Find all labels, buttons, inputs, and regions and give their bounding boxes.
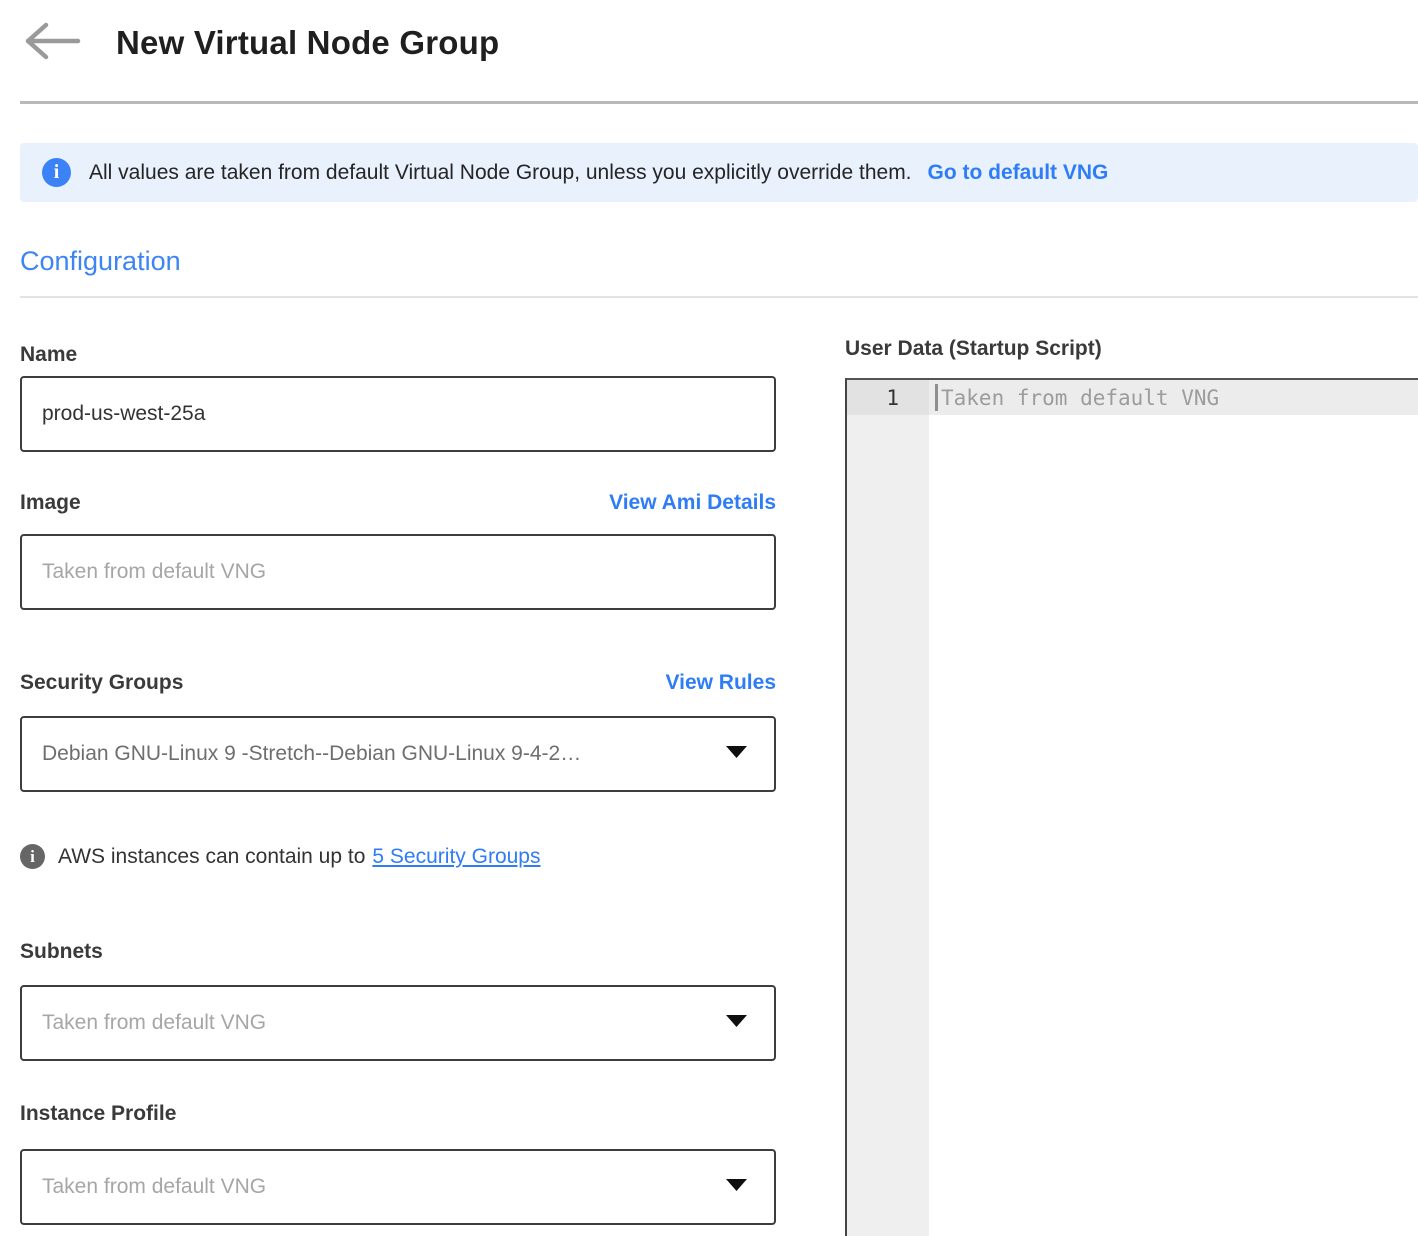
image-label: Image — [20, 490, 81, 516]
page-title: New Virtual Node Group — [116, 24, 499, 62]
user-data-editor[interactable]: 1 Taken from default VNG — [845, 378, 1418, 1236]
page-header: New Virtual Node Group — [20, 20, 499, 66]
editor-gutter — [847, 380, 929, 1236]
view-rules-link[interactable]: View Rules — [666, 670, 777, 696]
instance-profile-placeholder: Taken from default VNG — [42, 1175, 266, 1199]
caret-down-icon — [725, 745, 748, 764]
banner-message: All values are taken from default Virtua… — [89, 161, 912, 185]
editor-placeholder-text: Taken from default VNG — [941, 386, 1219, 410]
security-groups-info-text: AWS instances can contain up to — [58, 845, 365, 869]
text-cursor — [935, 384, 938, 411]
security-groups-selected-value: Debian GNU-Linux 9 -Stretch--Debian GNU-… — [42, 742, 581, 766]
caret-down-icon — [725, 1178, 748, 1197]
view-ami-details-link[interactable]: View Ami Details — [609, 490, 776, 516]
section-title-configuration: Configuration — [20, 246, 181, 277]
subnets-placeholder: Taken from default VNG — [42, 1011, 266, 1035]
header-divider — [20, 101, 1418, 104]
name-input[interactable] — [20, 376, 776, 452]
instance-profile-select[interactable]: Taken from default VNG — [20, 1149, 776, 1225]
subnets-label: Subnets — [20, 939, 776, 965]
image-input[interactable] — [20, 534, 776, 610]
editor-active-line: 1 Taken from default VNG — [847, 380, 1418, 415]
caret-down-icon — [725, 1014, 748, 1033]
five-security-groups-link[interactable]: 5 Security Groups — [372, 845, 540, 869]
security-groups-label-row: Security Groups View Rules — [20, 670, 776, 696]
image-label-row: Image View Ami Details — [20, 490, 776, 516]
info-circle-icon: i — [42, 158, 71, 187]
back-button[interactable] — [20, 20, 86, 66]
editor-code-area[interactable]: Taken from default VNG — [929, 380, 1418, 415]
subnets-select[interactable]: Taken from default VNG — [20, 985, 776, 1061]
form-column-left: Name Image View Ami Details Security Gro… — [20, 300, 776, 1236]
info-banner: i All values are taken from default Virt… — [20, 143, 1418, 202]
arrow-left-icon — [20, 18, 86, 69]
section-divider — [20, 296, 1418, 298]
instance-profile-label: Instance Profile — [20, 1101, 776, 1127]
user-data-label: User Data (Startup Script) — [845, 336, 1418, 362]
form-column-right: User Data (Startup Script) 1 Taken from … — [845, 300, 1418, 1236]
security-groups-info-row: i AWS instances can contain up to 5 Secu… — [20, 844, 776, 869]
editor-line-number: 1 — [847, 380, 929, 415]
form-columns: Name Image View Ami Details Security Gro… — [0, 300, 1418, 1236]
security-groups-select[interactable]: Debian GNU-Linux 9 -Stretch--Debian GNU-… — [20, 716, 776, 792]
name-label: Name — [20, 342, 776, 368]
go-to-default-vng-link[interactable]: Go to default VNG — [928, 161, 1109, 185]
security-groups-label: Security Groups — [20, 670, 183, 696]
info-circle-icon: i — [20, 844, 45, 869]
